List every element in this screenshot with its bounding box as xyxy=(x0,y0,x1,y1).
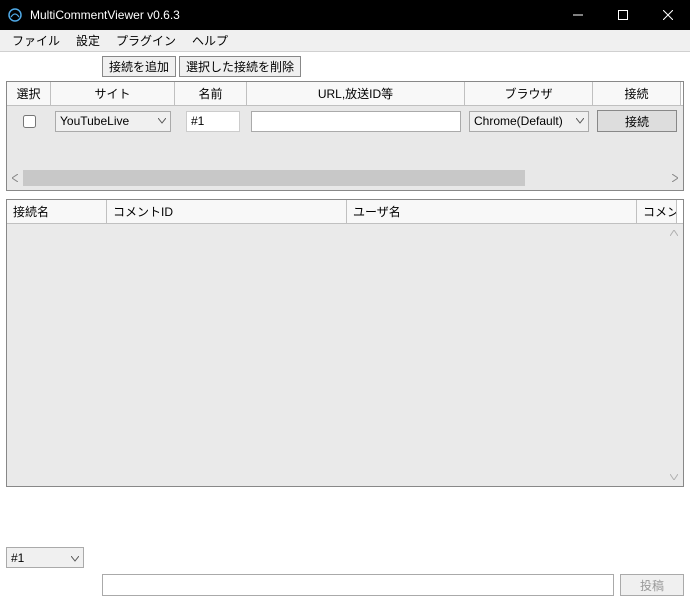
chevron-down-icon xyxy=(158,118,166,124)
header-comment-id[interactable]: コメントID xyxy=(107,200,347,223)
minimize-button[interactable] xyxy=(555,0,600,30)
window-title: MultiCommentViewer v0.6.3 xyxy=(30,8,555,22)
header-browser[interactable]: ブラウザ xyxy=(465,82,593,105)
comments-body xyxy=(7,224,683,486)
post-input[interactable] xyxy=(102,574,614,596)
post-button[interactable]: 投稿 xyxy=(620,574,684,596)
delete-selected-button[interactable]: 選択した接続を削除 xyxy=(179,56,301,77)
scroll-thumb[interactable] xyxy=(23,170,525,186)
connect-button[interactable]: 接続 xyxy=(597,110,677,132)
post-target-value: #1 xyxy=(11,551,24,565)
maximize-button[interactable] xyxy=(600,0,645,30)
connections-panel: 選択 サイト 名前 URL,放送ID等 ブラウザ 接続 YouTubeLive … xyxy=(6,81,684,191)
app-icon xyxy=(6,6,24,24)
header-user-name[interactable]: ユーザ名 xyxy=(347,200,637,223)
menu-help[interactable]: ヘルプ xyxy=(184,30,236,51)
site-dropdown[interactable]: YouTubeLive xyxy=(55,111,171,132)
connections-hscrollbar[interactable] xyxy=(7,170,683,186)
header-select[interactable]: 選択 xyxy=(7,82,51,105)
header-url[interactable]: URL,放送ID等 xyxy=(247,82,465,105)
close-button[interactable] xyxy=(645,0,690,30)
chevron-down-icon xyxy=(71,551,79,565)
menu-file[interactable]: ファイル xyxy=(4,30,68,51)
toolbar: 接続を追加 選択した接続を削除 xyxy=(0,52,690,81)
comments-headers: 接続名 コメントID ユーザ名 コメン xyxy=(7,200,683,224)
comments-panel: 接続名 コメントID ユーザ名 コメン xyxy=(6,199,684,487)
name-field[interactable]: #1 xyxy=(186,111,240,132)
post-target-dropdown[interactable]: #1 xyxy=(6,547,84,568)
add-connection-button[interactable]: 接続を追加 xyxy=(102,56,176,77)
menu-plugin[interactable]: プラグイン xyxy=(108,30,184,51)
site-value: YouTubeLive xyxy=(60,114,129,128)
browser-value: Chrome(Default) xyxy=(474,114,563,128)
scroll-track[interactable] xyxy=(23,170,667,186)
header-comment[interactable]: コメン xyxy=(637,200,677,223)
header-site[interactable]: サイト xyxy=(51,82,175,105)
menu-bar: ファイル 設定 プラグイン ヘルプ xyxy=(0,30,690,52)
url-input[interactable] xyxy=(251,111,461,132)
header-name[interactable]: 名前 xyxy=(175,82,247,105)
browser-dropdown[interactable]: Chrome(Default) xyxy=(469,111,589,132)
scroll-down-icon[interactable] xyxy=(667,470,681,484)
header-connection-name[interactable]: 接続名 xyxy=(7,200,107,223)
scroll-right-icon[interactable] xyxy=(667,170,683,186)
scroll-up-icon[interactable] xyxy=(667,226,681,240)
chevron-down-icon xyxy=(576,118,584,124)
row-select-checkbox[interactable] xyxy=(23,115,36,128)
header-connect[interactable]: 接続 xyxy=(593,82,681,105)
menu-settings[interactable]: 設定 xyxy=(68,30,108,51)
post-area: #1 投稿 xyxy=(0,541,690,602)
connections-headers: 選択 サイト 名前 URL,放送ID等 ブラウザ 接続 xyxy=(7,82,683,106)
scroll-left-icon[interactable] xyxy=(7,170,23,186)
connection-row: YouTubeLive #1 Chrome(Default) 接続 xyxy=(7,106,683,136)
title-bar: MultiCommentViewer v0.6.3 xyxy=(0,0,690,30)
